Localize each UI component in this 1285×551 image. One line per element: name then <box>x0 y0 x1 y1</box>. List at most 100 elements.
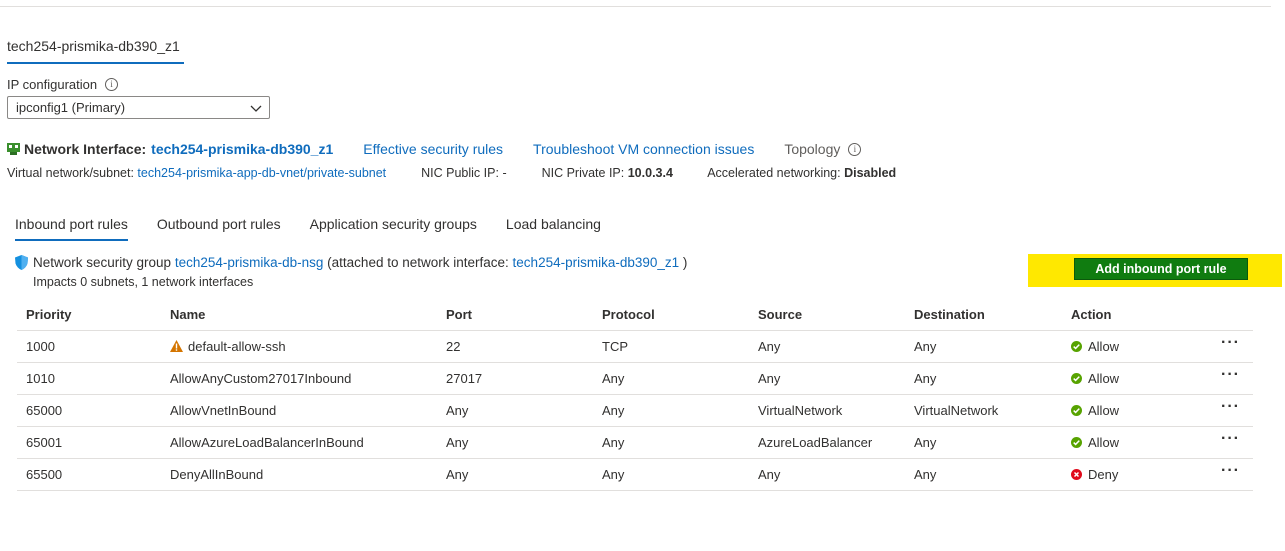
rule-name: default-allow-ssh <box>188 339 286 354</box>
shield-icon <box>15 255 28 270</box>
table-header-row: Priority Name Port Protocol Source Desti… <box>17 298 1253 331</box>
cell-port: Any <box>437 426 593 459</box>
nsg-info: Network security group tech254-prismika-… <box>15 255 687 270</box>
cell-more: ··· <box>1212 394 1253 427</box>
nic-name-link[interactable]: tech254-prismika-db390_z1 <box>151 141 333 157</box>
tab-outbound-port-rules[interactable]: Outbound port rules <box>157 216 281 241</box>
network-interface-row: Network Interface: tech254-prismika-db39… <box>7 141 862 157</box>
table-row[interactable]: 65000 AllowVnetInBound Any Any VirtualNe… <box>17 394 1253 427</box>
nic-label: Network Interface: <box>24 141 147 157</box>
header-port[interactable]: Port <box>437 298 593 331</box>
info-icon[interactable]: i <box>105 78 119 91</box>
header-action[interactable]: Action <box>1062 298 1212 331</box>
vnet-row: Virtual network/subnet: tech254-prismika… <box>7 166 896 180</box>
cell-port: 22 <box>437 330 593 363</box>
cell-more: ··· <box>1212 426 1253 459</box>
table-row[interactable]: 65500 DenyAllInBound Any Any Any Any Den… <box>17 458 1253 491</box>
cell-source: Any <box>749 330 905 363</box>
table-row[interactable]: 1000 default-allow-ssh 22 TCP Any Any Al… <box>17 330 1253 363</box>
more-options-icon[interactable]: ··· <box>1221 398 1240 415</box>
rules-tabs: Inbound port rules Outbound port rules A… <box>15 216 630 241</box>
cell-protocol: TCP <box>593 330 749 363</box>
topology-item[interactable]: Topology i <box>784 141 862 157</box>
more-options-icon[interactable]: ··· <box>1221 462 1240 479</box>
cell-name: AllowVnetInBound <box>161 394 437 427</box>
rule-name: AllowVnetInBound <box>170 403 277 418</box>
more-options-icon[interactable]: ··· <box>1221 334 1240 351</box>
allow-icon <box>1071 437 1082 448</box>
troubleshoot-link[interactable]: Troubleshoot VM connection issues <box>533 141 754 157</box>
cell-destination: Any <box>905 330 1062 363</box>
cell-source: AzureLoadBalancer <box>749 426 905 459</box>
header-name[interactable]: Name <box>161 298 437 331</box>
more-options-icon[interactable]: ··· <box>1221 430 1240 447</box>
nsg-attached-suffix: ) <box>682 255 688 270</box>
more-options-icon[interactable]: ··· <box>1221 366 1240 383</box>
nsg-name-link[interactable]: tech254-prismika-db-nsg <box>175 255 324 270</box>
nsg-attached-prefix: (attached to network interface: <box>327 255 509 270</box>
cell-destination: Any <box>905 458 1062 491</box>
ip-config-dropdown[interactable]: ipconfig1 (Primary) <box>7 96 270 119</box>
cell-more: ··· <box>1212 458 1253 491</box>
cell-priority: 65001 <box>17 426 161 459</box>
tab-application-security-groups[interactable]: Application security groups <box>310 216 477 241</box>
cell-action: Allow <box>1062 394 1212 427</box>
accelerated-networking-label: Accelerated networking: <box>707 166 841 180</box>
public-ip-value: - <box>502 166 507 180</box>
cell-protocol: Any <box>593 426 749 459</box>
inbound-rules-table: Priority Name Port Protocol Source Desti… <box>17 298 1253 491</box>
nsg-prefix: Network security group <box>33 255 172 270</box>
cell-port: Any <box>437 458 593 491</box>
cell-destination: VirtualNetwork <box>905 394 1062 427</box>
nsg-impacts: Impacts 0 subnets, 1 network interfaces <box>33 275 254 289</box>
cell-priority: 1010 <box>17 362 161 395</box>
top-divider <box>0 6 1271 7</box>
vnet-label: Virtual network/subnet: <box>7 166 134 180</box>
ip-config-label: IP configuration i <box>7 77 119 92</box>
cell-name: AllowAzureLoadBalancerInBound <box>161 426 437 459</box>
topology-label: Topology <box>784 141 841 157</box>
effective-security-rules-link[interactable]: Effective security rules <box>363 141 503 157</box>
header-protocol[interactable]: Protocol <box>593 298 749 331</box>
cell-port: Any <box>437 394 593 427</box>
header-source[interactable]: Source <box>749 298 905 331</box>
cell-source: VirtualNetwork <box>749 394 905 427</box>
action-label: Allow <box>1088 403 1120 418</box>
header-priority[interactable]: Priority <box>17 298 161 331</box>
action-label: Deny <box>1088 467 1119 482</box>
chevron-down-icon <box>250 105 262 112</box>
nsg-attached-nic-link[interactable]: tech254-prismika-db390_z1 <box>513 255 680 270</box>
vnet-subnet-link[interactable]: tech254-prismika-app-db-vnet/private-sub… <box>137 166 386 180</box>
cell-destination: Any <box>905 362 1062 395</box>
private-ip-label: NIC Private IP: <box>541 166 625 180</box>
cell-source: Any <box>749 458 905 491</box>
table-row[interactable]: 65001 AllowAzureLoadBalancerInBound Any … <box>17 426 1253 459</box>
cell-action: Allow <box>1062 426 1212 459</box>
accelerated-networking-value: Disabled <box>844 166 897 180</box>
cell-name: default-allow-ssh <box>161 330 437 363</box>
cell-destination: Any <box>905 426 1062 459</box>
warning-icon <box>170 340 183 352</box>
action-label: Allow <box>1088 339 1120 354</box>
cell-action: Allow <box>1062 362 1212 395</box>
tab-inbound-port-rules[interactable]: Inbound port rules <box>15 216 128 241</box>
action-label: Allow <box>1088 435 1120 450</box>
nic-tab[interactable]: tech254-prismika-db390_z1 <box>7 38 184 64</box>
rule-name: AllowAnyCustom27017Inbound <box>170 371 352 386</box>
rule-name: DenyAllInBound <box>170 467 264 482</box>
cell-protocol: Any <box>593 362 749 395</box>
tab-load-balancing[interactable]: Load balancing <box>506 216 601 241</box>
table-row[interactable]: 1010 AllowAnyCustom27017Inbound 27017 An… <box>17 362 1253 395</box>
action-label: Allow <box>1088 371 1120 386</box>
ip-config-selected: ipconfig1 (Primary) <box>16 100 126 115</box>
cell-name: AllowAnyCustom27017Inbound <box>161 362 437 395</box>
add-inbound-port-rule-button[interactable]: Add inbound port rule <box>1074 258 1248 280</box>
cell-priority: 1000 <box>17 330 161 363</box>
header-more <box>1212 298 1253 331</box>
network-interface-icon <box>7 143 20 155</box>
header-destination[interactable]: Destination <box>905 298 1062 331</box>
allow-icon <box>1071 373 1082 384</box>
cell-action: Deny <box>1062 458 1212 491</box>
cell-protocol: Any <box>593 394 749 427</box>
topology-info-icon[interactable]: i <box>848 142 862 156</box>
